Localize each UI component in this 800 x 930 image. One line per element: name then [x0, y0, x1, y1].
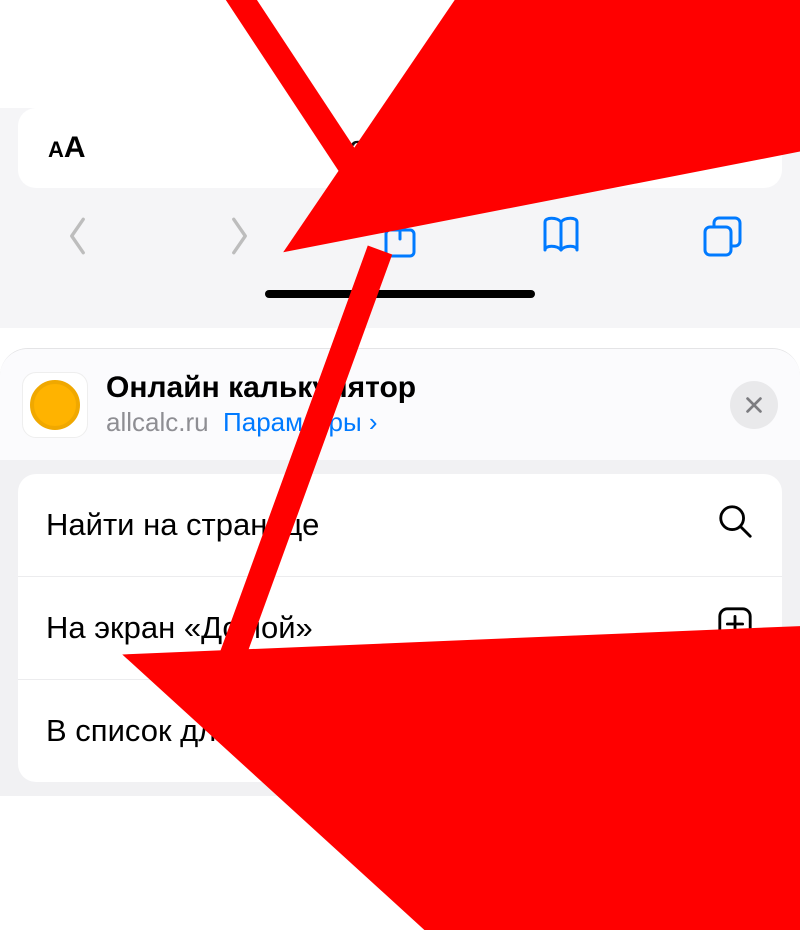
share-page-title: Онлайн калькулятор: [106, 371, 712, 405]
back-button[interactable]: [48, 213, 108, 259]
top-whitespace: [0, 0, 800, 108]
share-button[interactable]: [370, 212, 430, 260]
chevron-right-icon: [226, 213, 252, 259]
share-sheet-header: Онлайн калькулятор allcalc.ru Параметры …: [0, 349, 800, 460]
home-indicator: [265, 290, 535, 298]
reader-aa-button[interactable]: AA: [48, 131, 86, 165]
glasses-icon: [716, 708, 754, 754]
action-add-to-home-screen[interactable]: На экран «Домой»: [18, 577, 782, 680]
action-label: Найти на странице: [46, 507, 319, 543]
reload-icon: [718, 129, 752, 163]
address-bar[interactable]: AA allcalc.ru: [18, 108, 782, 188]
bookmarks-button[interactable]: [531, 212, 591, 260]
aa-large-icon: A: [64, 131, 86, 165]
close-sheet-button[interactable]: [730, 381, 778, 429]
search-icon: [716, 502, 754, 548]
action-find-on-page[interactable]: Найти на странице: [18, 474, 782, 577]
url-display[interactable]: allcalc.ru: [86, 129, 718, 168]
chevron-left-icon: [65, 213, 91, 259]
action-label: В список для чтения: [46, 713, 340, 749]
share-page-subtitle: allcalc.ru Параметры ›: [106, 407, 712, 438]
tabs-icon: [700, 212, 744, 260]
aa-small-icon: A: [48, 137, 64, 163]
plus-square-icon: [716, 605, 754, 651]
share-domain: allcalc.ru: [106, 407, 209, 437]
forward-button[interactable]: [209, 213, 269, 259]
book-icon: [539, 212, 583, 260]
bottom-toolbar: [0, 188, 800, 264]
close-icon: [743, 394, 765, 416]
share-options-link[interactable]: Параметры ›: [223, 407, 378, 437]
action-add-to-reading-list[interactable]: В список для чтения: [18, 680, 782, 782]
action-label: На экран «Домой»: [46, 610, 313, 646]
share-sheet: Онлайн калькулятор allcalc.ru Параметры …: [0, 348, 800, 796]
safari-chrome: AA allcalc.ru: [0, 108, 800, 328]
share-icon: [378, 212, 422, 260]
share-actions-group: Найти на странице На экран «Домой» В спи…: [18, 474, 782, 782]
share-header-texts: Онлайн калькулятор allcalc.ru Параметры …: [106, 371, 712, 438]
site-favicon: [22, 372, 88, 438]
url-text: allcalc.ru: [349, 129, 483, 168]
tabs-button[interactable]: [692, 212, 752, 260]
reload-button[interactable]: [718, 129, 752, 168]
